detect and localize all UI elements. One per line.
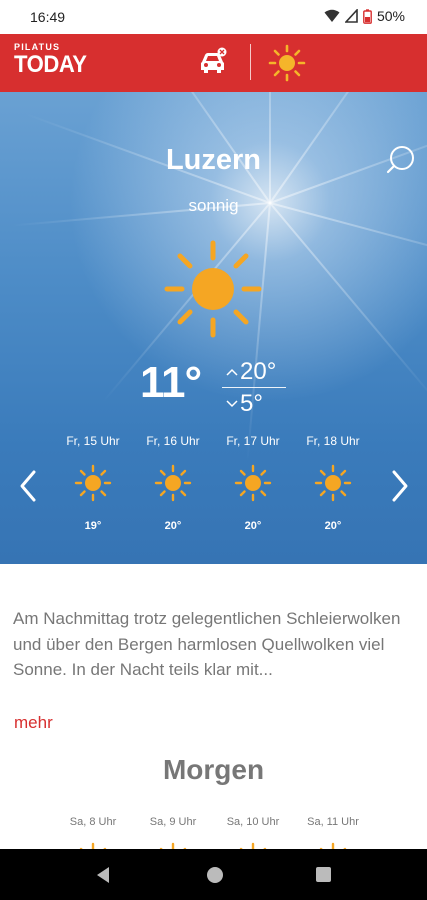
chevron-right-icon[interactable] bbox=[386, 468, 414, 504]
low-temperature-row: 5° bbox=[224, 390, 286, 418]
status-bar: 16:49 50% bbox=[0, 0, 427, 34]
section-title-tomorrow: Morgen bbox=[162, 754, 265, 785]
logo-big-text: TODAY bbox=[14, 51, 87, 78]
hour-temperature: 20° bbox=[244, 520, 262, 532]
sun-icon bbox=[234, 464, 272, 502]
weather-condition: sonnig bbox=[188, 196, 239, 215]
status-icons: 50% bbox=[324, 8, 405, 24]
battery-icon bbox=[363, 8, 372, 24]
forecast-description: Am Nachmittag trotz gelegentlichen Schle… bbox=[13, 609, 401, 679]
search-icon bbox=[386, 146, 414, 174]
hourly-item: Fr, 17 Uhr 20° bbox=[213, 434, 293, 532]
signal-icon bbox=[344, 9, 358, 23]
weather-button[interactable] bbox=[268, 44, 306, 82]
hourly-item: Fr, 18 Uhr 20° bbox=[293, 434, 373, 532]
back-icon[interactable] bbox=[94, 865, 112, 885]
temperature-divider bbox=[222, 387, 286, 388]
home-icon[interactable] bbox=[204, 864, 226, 886]
hour-time: Fr, 17 Uhr bbox=[226, 434, 280, 448]
high-temperature: 20° bbox=[240, 358, 277, 385]
hour-temperature: 19° bbox=[84, 520, 102, 532]
hour-time: Sa, 8 Uhr bbox=[69, 816, 117, 828]
hour-time: Fr, 16 Uhr bbox=[146, 434, 200, 448]
header-divider bbox=[250, 44, 251, 80]
hour-time: Sa, 9 Uhr bbox=[149, 816, 197, 828]
hour-time: Fr, 18 Uhr bbox=[306, 434, 360, 448]
sun-icon bbox=[154, 464, 192, 502]
city-name[interactable]: Luzern bbox=[0, 144, 427, 177]
hour-time: Sa, 10 Uhr bbox=[226, 816, 280, 828]
hour-temperature: 20° bbox=[324, 520, 342, 532]
hourly-item: Fr, 16 Uhr 20° bbox=[133, 434, 213, 532]
chevron-down-icon bbox=[226, 400, 238, 408]
hour-time: Fr, 15 Uhr bbox=[66, 434, 120, 448]
low-temperature: 5° bbox=[240, 390, 263, 417]
battery-level: 50% bbox=[376, 8, 405, 24]
pilatus-today-logo[interactable]: PILATUS TODAY bbox=[14, 43, 93, 77]
app-header: PILATUS TODAY bbox=[0, 34, 427, 92]
wifi-icon bbox=[324, 9, 340, 22]
weather-hero: Luzern sonnig 11° 20° 5° Fr, 15 Uhr 19° … bbox=[0, 92, 427, 564]
chevron-left-icon[interactable] bbox=[14, 468, 42, 504]
sun-icon bbox=[74, 464, 112, 502]
sun-ray bbox=[269, 202, 427, 403]
hourly-forecast: Fr, 15 Uhr 19° Fr, 16 Uhr 20° Fr, 17 Uhr… bbox=[53, 434, 373, 532]
chevron-up-icon bbox=[226, 368, 238, 376]
current-temperature: 11° bbox=[140, 358, 202, 407]
traffic-button[interactable] bbox=[196, 46, 230, 80]
car-icon bbox=[201, 47, 227, 73]
more-link[interactable]: mehr bbox=[14, 713, 53, 733]
hourly-item: Fr, 15 Uhr 19° bbox=[53, 434, 133, 532]
search-button[interactable] bbox=[386, 144, 418, 176]
high-temperature-row: 20° bbox=[224, 358, 286, 386]
sun-icon bbox=[314, 464, 352, 502]
hour-temperature: 20° bbox=[164, 520, 182, 532]
sun-icon bbox=[164, 240, 262, 338]
hour-time: Sa, 11 Uhr bbox=[307, 816, 359, 828]
status-time: 16:49 bbox=[30, 9, 66, 25]
sun-icon bbox=[268, 44, 306, 82]
system-navigation-bar bbox=[0, 849, 427, 900]
recent-apps-icon[interactable] bbox=[315, 866, 332, 883]
